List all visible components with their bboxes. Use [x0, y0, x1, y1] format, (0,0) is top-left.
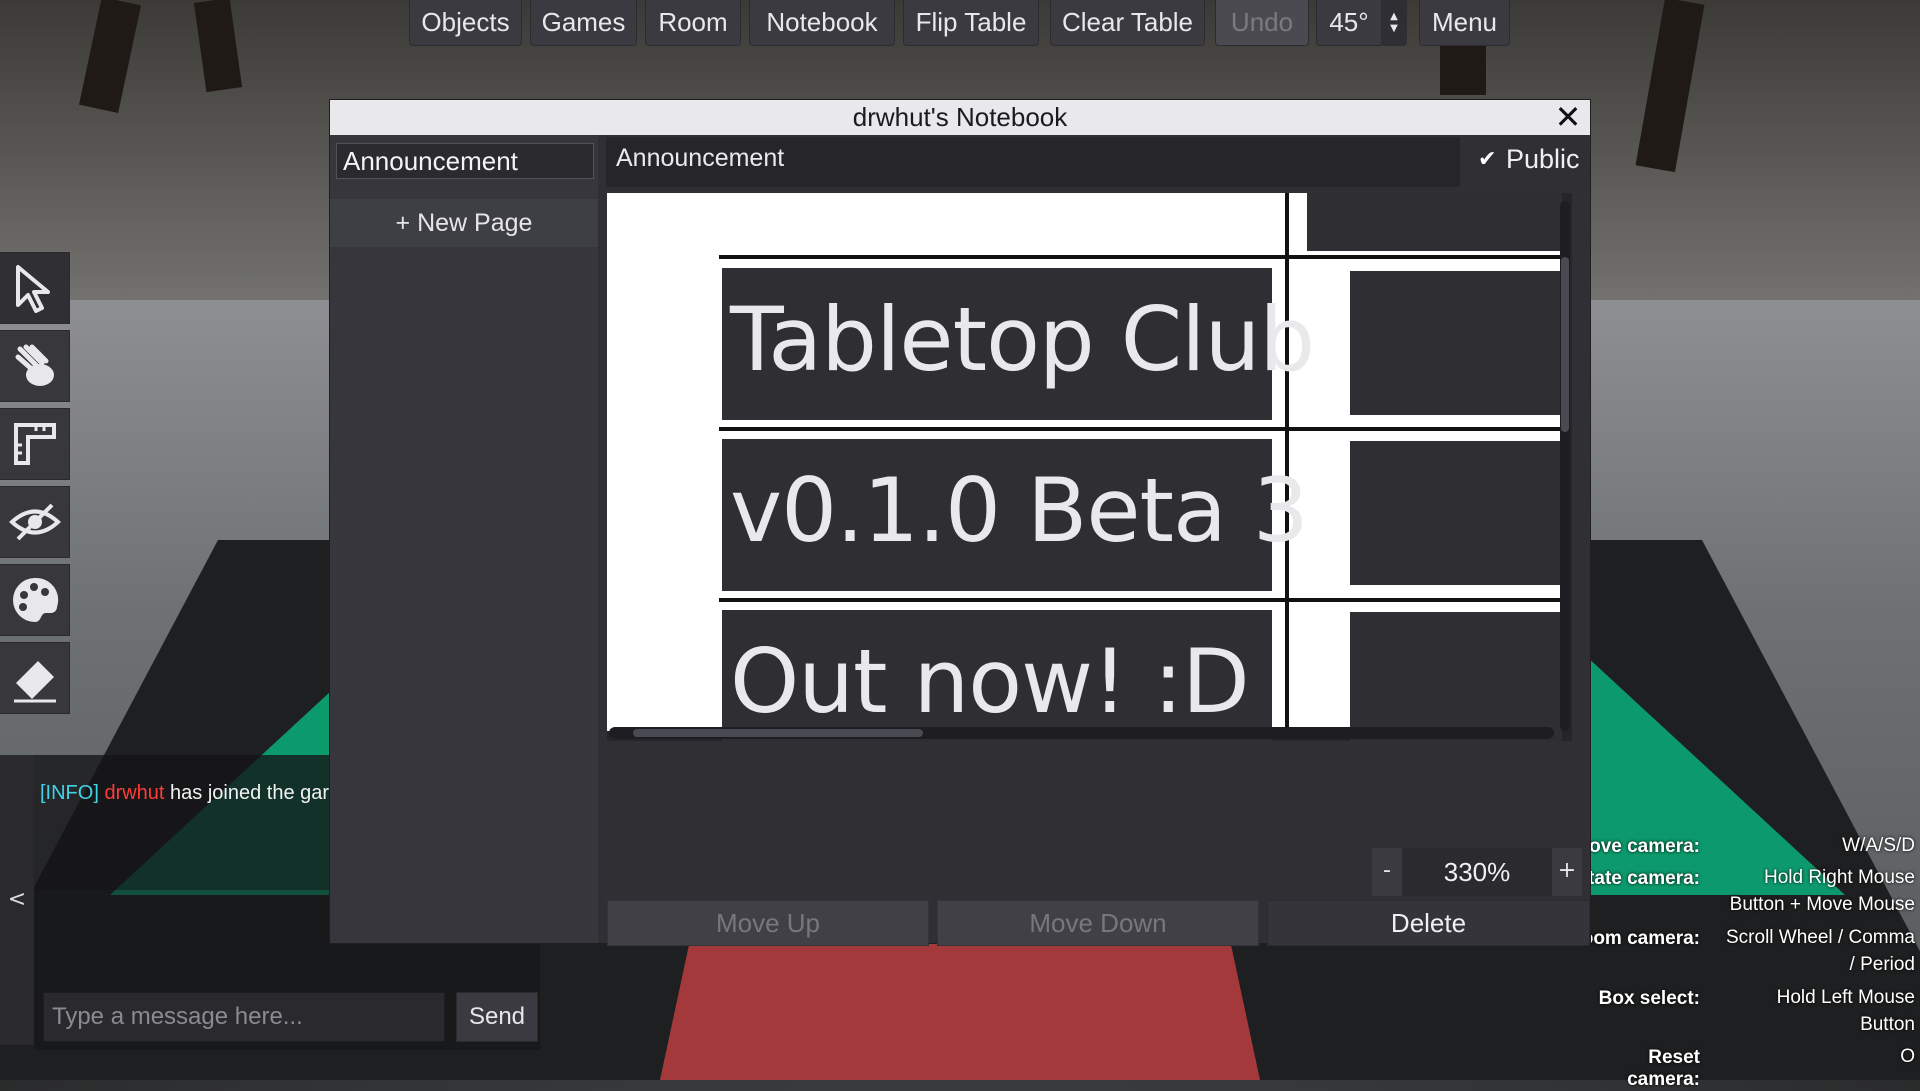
vertical-scrollbar[interactable]	[1560, 201, 1570, 731]
help-value: Scroll Wheel / Comma / Period	[1726, 927, 1915, 975]
scrollbar-thumb[interactable]	[1561, 257, 1569, 432]
help-key: oom camera:	[1581, 928, 1700, 949]
help-key: otate camera:	[1576, 868, 1700, 889]
help-key: Box select:	[1598, 988, 1700, 1009]
notebook-title[interactable]: drwhut's Notebook	[330, 100, 1590, 135]
chat-info-tag: [INFO]	[40, 782, 99, 804]
image-cell	[1350, 612, 1562, 741]
help-key: ove camera:	[1589, 836, 1700, 857]
camera-angle-spinner[interactable]: ▲ ▼	[1381, 0, 1407, 46]
help-value: O	[1900, 1046, 1915, 1067]
hidden-area-tool-button[interactable]	[0, 486, 70, 558]
paint-palette-icon	[12, 577, 58, 622]
room-button[interactable]: Room	[645, 0, 741, 46]
image-text: Out now! :D	[730, 630, 1250, 733]
hidden-eye-icon	[8, 503, 61, 541]
camera-angle-field[interactable]: 45°	[1316, 0, 1382, 46]
notebook-window: drwhut's Notebook ✕ Announcement + New P…	[330, 100, 1590, 946]
page-list-item[interactable]: Announcement	[336, 143, 594, 179]
flip-table-button[interactable]: Flip Table	[903, 0, 1039, 46]
help-key: Reset camera:	[1627, 1047, 1700, 1090]
notebook-page-list: Announcement + New Page	[330, 135, 598, 943]
controls-help-overlay: ove camera: W/A/S/D otate camera: Hold R…	[1576, 835, 1920, 1090]
chat-collapse-button[interactable]: <	[0, 755, 34, 1045]
chat-message-input[interactable]: Type a message here...	[43, 992, 445, 1042]
move-down-button[interactable]: Move Down	[937, 900, 1259, 946]
cursor-icon	[15, 265, 50, 313]
table-mat	[660, 940, 1260, 1080]
public-label: Public	[1506, 144, 1580, 174]
help-value: W/A/S/D	[1842, 835, 1915, 856]
top-menu-bar: Objects Games Room Notebook Flip Table C…	[0, 0, 1920, 46]
image-text-cell: v0.1.0 Beta 3	[722, 439, 1309, 591]
menu-button[interactable]: Menu	[1419, 0, 1510, 46]
chat-username: drwhut	[104, 782, 165, 804]
move-up-button[interactable]: Move Up	[607, 900, 929, 946]
select-tool-button[interactable]	[0, 252, 70, 324]
paint-tool-button[interactable]	[0, 564, 70, 636]
new-page-button[interactable]: + New Page	[330, 199, 598, 247]
help-value: Hold Right Mouse Button + Move Mouse	[1729, 867, 1915, 915]
games-button[interactable]: Games	[530, 0, 637, 46]
image-divider	[719, 255, 1562, 259]
chat-message-text: has joined the gar	[164, 782, 330, 804]
help-value: Hold Left Mouse Button	[1776, 987, 1915, 1035]
zoom-in-button[interactable]: +	[1552, 848, 1582, 896]
page-image: Tabletop Club v0.1.0 Beta 3 Out now! :D	[607, 193, 1562, 741]
delete-button[interactable]: Delete	[1267, 900, 1590, 946]
page-title-input[interactable]: Announcement	[606, 137, 1460, 187]
checkmark-icon: ✔	[1478, 146, 1497, 171]
image-divider	[719, 598, 1562, 602]
clear-table-button[interactable]: Clear Table	[1050, 0, 1205, 46]
chat-message: [INFO] drwhut has joined the gar	[40, 782, 329, 805]
zoom-level-field[interactable]: 330%	[1402, 848, 1552, 896]
horizontal-scrollbar[interactable]	[609, 727, 1554, 739]
chat-send-button[interactable]: Send	[456, 992, 538, 1042]
image-cell	[1350, 441, 1562, 585]
ruler-icon	[13, 423, 56, 465]
image-text: Tabletop Club	[730, 288, 1315, 391]
scrollbar-thumb[interactable]	[633, 729, 923, 737]
zoom-out-button[interactable]: -	[1372, 848, 1402, 896]
close-icon[interactable]: ✕	[1552, 100, 1584, 135]
notebook-button[interactable]: Notebook	[749, 0, 895, 46]
erase-tool-button[interactable]	[0, 642, 70, 714]
spinner-arrows-icon: ▲ ▼	[1390, 11, 1398, 34]
grab-hand-icon	[15, 344, 54, 386]
objects-button[interactable]: Objects	[409, 0, 522, 46]
page-image-viewport[interactable]: Tabletop Club v0.1.0 Beta 3 Out now! :D	[607, 193, 1572, 741]
image-divider	[719, 427, 1562, 431]
public-checkbox[interactable]: ✔ Public	[1478, 144, 1580, 175]
image-cell	[1307, 193, 1562, 251]
image-cell	[1350, 271, 1562, 415]
hover-tool-button[interactable]	[0, 330, 70, 402]
image-text: v0.1.0 Beta 3	[730, 459, 1309, 562]
ruler-tool-button[interactable]	[0, 408, 70, 480]
eraser-icon	[13, 661, 56, 703]
image-text-cell: Out now! :D	[722, 610, 1272, 741]
undo-button[interactable]: Undo	[1215, 0, 1309, 46]
image-text-cell: Tabletop Club	[722, 268, 1315, 420]
